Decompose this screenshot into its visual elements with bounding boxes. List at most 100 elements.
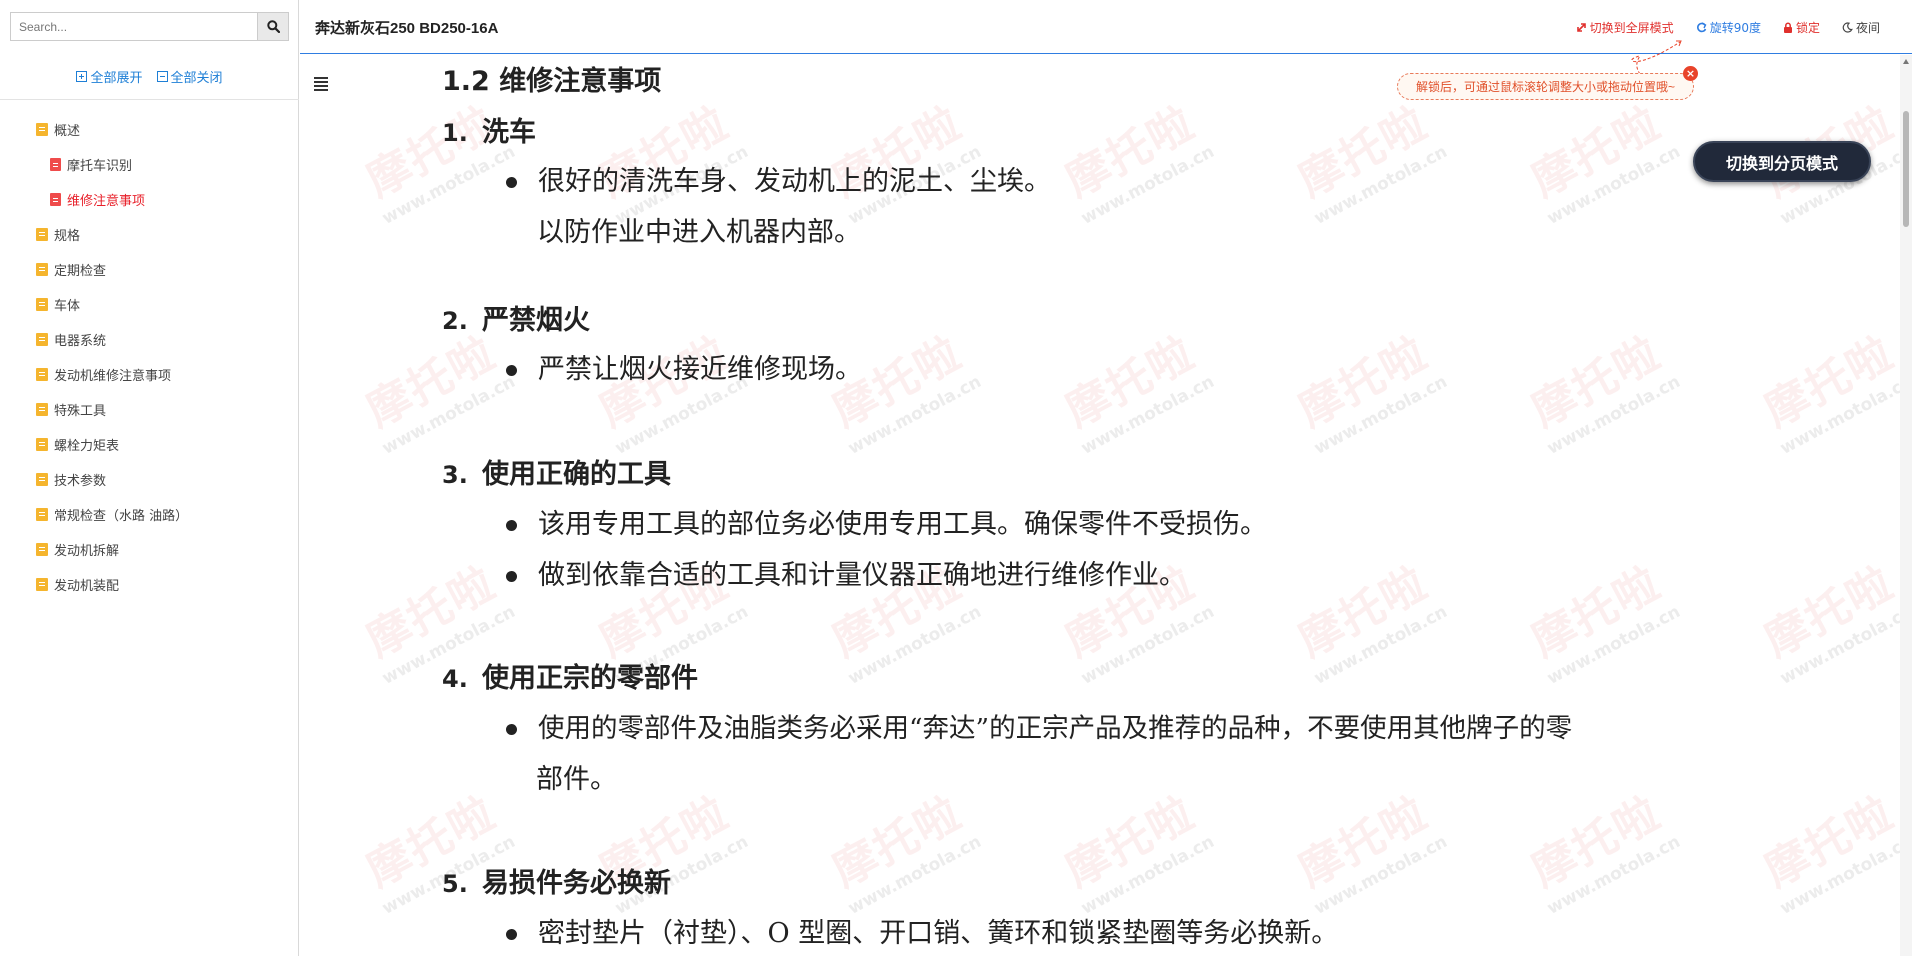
- tree-item[interactable]: 发动机装配: [0, 567, 299, 602]
- watermark: 摩托啦www.motola.cn: [349, 85, 518, 229]
- menu-toggle-icon[interactable]: [314, 77, 328, 93]
- tree-item-label: 概述: [54, 124, 81, 139]
- watermark-url-text: www.motola.cn: [1077, 601, 1218, 689]
- search-row: [10, 12, 289, 41]
- watermark: 摩托啦www.motola.cn: [1747, 315, 1912, 459]
- watermark-url-text: www.motola.cn: [1077, 141, 1218, 229]
- tree-item[interactable]: 规格: [0, 217, 299, 252]
- tree-item[interactable]: 概述: [0, 112, 299, 147]
- watermark-url-text: www.motola.cn: [378, 371, 519, 459]
- watermark: 摩托啦www.motola.cn: [1281, 775, 1451, 919]
- folder-icon: [36, 473, 48, 486]
- expand-all-button[interactable]: 全部展开: [76, 67, 143, 86]
- lock-button[interactable]: 锁定: [1783, 19, 1820, 36]
- folder-icon: [36, 578, 48, 591]
- body-line: 该用专用工具的部位务必使用专用工具。确保零件不受损伤。: [538, 509, 1267, 540]
- watermark-logo-text: 摩托啦: [1290, 557, 1437, 668]
- fullscreen-button[interactable]: 切换到全屏模式: [1576, 19, 1674, 36]
- tree-item-label: 摩托车识别: [67, 159, 133, 174]
- minus-square-icon: [156, 71, 168, 82]
- tree-actions: 全部展开 全部关闭: [0, 54, 299, 100]
- watermark-url-text: www.motola.cn: [1310, 141, 1451, 229]
- tree-item[interactable]: 定期检查: [0, 252, 299, 287]
- scroll-up-arrow-icon[interactable]: [1903, 59, 1909, 64]
- watermark-url-text: www.motola.cn: [1543, 601, 1684, 689]
- folder-icon: [36, 263, 48, 276]
- tree-item[interactable]: 维修注意事项: [0, 182, 299, 217]
- tree-item[interactable]: 摩托车识别: [0, 147, 299, 182]
- watermark-url-text: www.motola.cn: [1776, 371, 1912, 459]
- tree-item-label: 维修注意事项: [67, 194, 146, 209]
- rotate-icon: [1696, 22, 1707, 33]
- tree-item[interactable]: 车体: [0, 287, 299, 322]
- tree-item[interactable]: 特殊工具: [0, 392, 299, 427]
- folder-icon: [36, 368, 48, 381]
- body-line: 密封垫片（衬垫）、O 型圈、开口销、簧环和锁紧垫圈等务必换新。: [538, 918, 1339, 949]
- tree-item-label: 特殊工具: [54, 404, 107, 419]
- bullet-icon: [506, 365, 517, 376]
- tree-item-label: 发动机拆解: [54, 544, 120, 559]
- tree-item[interactable]: 电器系统: [0, 322, 299, 357]
- folder-icon: [36, 543, 48, 556]
- heading-2: 2. 严禁烟火: [442, 298, 590, 337]
- heading-5: 5. 易损件务必换新: [442, 861, 671, 900]
- sidebar: 全部展开 全部关闭 概述摩托车识别维修注意事项规格定期检查车体电器系统发动机维修…: [0, 0, 299, 956]
- heading-text: 使用正确的工具: [482, 459, 671, 490]
- tree-item[interactable]: 技术参数: [0, 462, 299, 497]
- switch-page-mode-button[interactable]: 切换到分页模式: [1693, 141, 1871, 182]
- search-icon: [266, 20, 280, 33]
- night-mode-button[interactable]: 夜间: [1842, 19, 1880, 36]
- bullet-icon: [506, 571, 517, 582]
- heading-number: 1.: [442, 119, 468, 147]
- watermark-url-text: www.motola.cn: [844, 831, 985, 919]
- tree-item-label: 常规检查（水路 油路）: [54, 509, 189, 524]
- expand-all-label: 全部展开: [90, 71, 143, 86]
- watermark: 摩托啦www.motola.cn: [815, 85, 984, 229]
- watermark-logo-text: 摩托啦: [1057, 327, 1204, 438]
- chapter-tree: 概述摩托车识别维修注意事项规格定期检查车体电器系统发动机维修注意事项特殊工具螺栓…: [0, 112, 299, 602]
- watermark: 摩托啦www.motola.cn: [1514, 315, 1684, 459]
- watermark-logo-text: 摩托啦: [824, 787, 971, 898]
- watermark-logo-text: 摩托啦: [1756, 327, 1903, 438]
- tree-item[interactable]: 发动机拆解: [0, 532, 299, 567]
- heading-text: 洗车: [482, 117, 536, 148]
- tree-item-label: 定期检查: [54, 264, 107, 279]
- scroll-thumb[interactable]: [1903, 111, 1909, 227]
- watermark-url-text: www.motola.cn: [1310, 601, 1451, 689]
- folder-icon: [36, 438, 48, 451]
- rotate-button[interactable]: 旋转90度: [1696, 19, 1761, 36]
- search-input[interactable]: [10, 12, 257, 41]
- unlock-tip: 解锁后，可通过鼠标滚轮调整大小或拖动位置哦~: [1397, 73, 1694, 100]
- tree-item-label: 电器系统: [54, 334, 107, 349]
- heading-4: 4. 使用正宗的零部件: [442, 656, 698, 695]
- document-viewer[interactable]: 摩托啦 www.motola.cn 摩托啦 www.motola.cn 摩托啦 www.m…: [300, 55, 1912, 956]
- body-line: 严禁让烟火接近维修现场。: [538, 354, 862, 385]
- tip-close-button[interactable]: ×: [1683, 66, 1698, 81]
- watermark-logo-text: 摩托啦: [1057, 787, 1204, 898]
- heading-text: 易损件务必换新: [482, 868, 671, 899]
- watermark-logo-text: 摩托啦: [1523, 327, 1670, 438]
- watermark-url-text: www.motola.cn: [1543, 831, 1684, 919]
- vertical-scrollbar[interactable]: [1900, 55, 1912, 956]
- search-button[interactable]: [257, 12, 289, 41]
- watermark: 摩托啦www.motola.cn: [1747, 545, 1912, 689]
- plus-square-icon: [76, 71, 88, 82]
- tree-item-label: 规格: [54, 229, 81, 244]
- moon-icon: [1842, 22, 1853, 33]
- tree-item[interactable]: 螺栓力矩表: [0, 427, 299, 462]
- watermark-logo-text: 摩托啦: [1523, 557, 1670, 668]
- watermark-url-text: www.motola.cn: [1310, 831, 1451, 919]
- heading-3: 3. 使用正确的工具: [442, 452, 671, 491]
- body-line: 很好的清洗车身、发动机上的泥土、尘埃。: [538, 166, 1051, 197]
- watermark-url-text: www.motola.cn: [1543, 371, 1684, 459]
- heading-text: 使用正宗的零部件: [482, 663, 698, 694]
- watermark-logo-text: 摩托啦: [1290, 327, 1437, 438]
- watermark-logo-text: 摩托啦: [1756, 557, 1903, 668]
- watermark-url-text: www.motola.cn: [1310, 371, 1451, 459]
- watermark-logo-text: 摩托啦: [1523, 97, 1670, 208]
- tree-item[interactable]: 常规检查（水路 油路）: [0, 497, 299, 532]
- collapse-all-button[interactable]: 全部关闭: [156, 67, 223, 86]
- watermark-url-text: www.motola.cn: [1776, 831, 1912, 919]
- watermark: 摩托啦www.motola.cn: [1747, 775, 1912, 919]
- tree-item[interactable]: 发动机维修注意事项: [0, 357, 299, 392]
